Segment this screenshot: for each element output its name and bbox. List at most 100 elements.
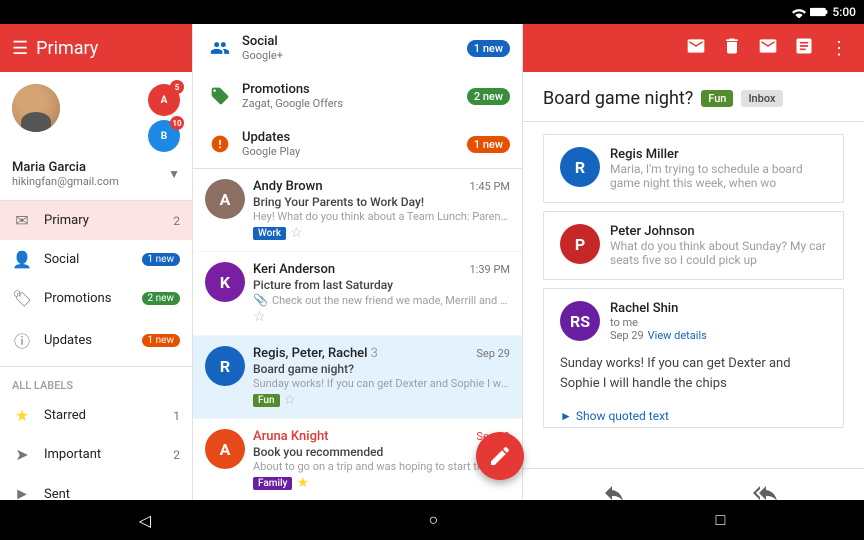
star-icon: ★ xyxy=(12,406,32,425)
email-content-1: Andy Brown 1:45 PM Bring Your Parents to… xyxy=(253,179,510,241)
more-icon[interactable]: ⋮ xyxy=(826,34,852,63)
updates-badge: 1 new xyxy=(467,136,510,153)
message-card-3: RS Rachel Shin to me Sep 29 View details… xyxy=(543,288,844,428)
inbox-label: Inbox xyxy=(741,90,782,107)
photo-icon[interactable] xyxy=(790,32,818,65)
recent-button[interactable]: □ xyxy=(716,510,726,530)
trash-icon[interactable] xyxy=(718,32,746,65)
email-content-4: Aruna Knight Sep 29 Book you recommended… xyxy=(253,429,510,491)
promotions-tab-info: Promotions Zagat, Google Offers xyxy=(242,82,457,110)
message-card-2: P Peter Johnson What do you think about … xyxy=(543,211,844,280)
message-header-1[interactable]: R Regis Miller Maria, I'm trying to sche… xyxy=(544,135,843,202)
wifi-icon xyxy=(792,6,806,18)
email-avatar-1: A xyxy=(205,179,245,219)
sidebar-item-updates[interactable]: ⓘ Updates 1 new xyxy=(0,318,192,362)
sidebar-item-important[interactable]: ➤ Important 2 xyxy=(0,435,192,474)
fun-label: Fun xyxy=(701,90,733,107)
message-header-2[interactable]: P Peter Johnson What do you think about … xyxy=(544,212,843,279)
email-item-1[interactable]: A Andy Brown 1:45 PM Bring Your Parents … xyxy=(193,169,522,252)
label-icon: 🏷 xyxy=(12,289,32,308)
msg-to-3: to me xyxy=(610,316,827,329)
social-tab-info: Social Google+ xyxy=(242,34,457,62)
account-dropdown-icon[interactable]: ▼ xyxy=(168,167,180,181)
category-tab-promotions[interactable]: Promotions Zagat, Google Offers 2 new xyxy=(193,72,522,120)
updates-tab-info: Updates Google Play xyxy=(242,130,457,158)
detail-body: R Regis Miller Maria, I'm trying to sche… xyxy=(523,122,864,468)
message-body-3: Sunday works! If you can get Dexter and … xyxy=(544,354,843,405)
promotions-tab-icon xyxy=(208,84,232,108)
small-avatars: A 5 B 10 xyxy=(148,84,180,152)
status-icons: 5:00 xyxy=(792,5,856,19)
star-toggle-2[interactable]: ☆ xyxy=(253,309,266,325)
email-avatar-2: K xyxy=(205,262,245,302)
sidebar-item-social[interactable]: 👤 Social 1 new xyxy=(0,240,192,279)
star-toggle-3[interactable]: ☆ xyxy=(284,392,297,408)
attachment-icon-2: 📎 xyxy=(253,293,268,307)
star-toggle-1[interactable]: ☆ xyxy=(290,225,303,241)
user-info: Maria Garcia hikingfan@gmail.com ▼ xyxy=(12,160,180,188)
msg-avatar-1: R xyxy=(560,147,600,187)
email-content-2: Keri Anderson 1:39 PM Picture from last … xyxy=(253,262,510,325)
msg-sender-info-3: Rachel Shin to me Sep 29 View details xyxy=(610,301,827,342)
sidebar-item-promotions[interactable]: 🏷 Promotions 2 new xyxy=(0,279,192,318)
updates-tab-icon xyxy=(208,132,232,156)
category-tabs: Social Google+ 1 new Promotions Zagat, G… xyxy=(193,24,522,169)
view-details-link[interactable]: View details xyxy=(648,329,707,342)
email-avatar-4: A xyxy=(205,429,245,469)
triangle-icon: ► xyxy=(560,409,572,423)
work-tag: Work xyxy=(253,227,286,240)
main-avatar[interactable] xyxy=(12,84,60,132)
small-avatar-2[interactable]: B 10 xyxy=(148,120,180,152)
home-button[interactable]: ○ xyxy=(428,510,438,530)
sidebar: ☰ Primary A 5 B 10 xyxy=(0,24,193,540)
msg-avatar-2: P xyxy=(560,224,600,264)
category-tab-updates[interactable]: Updates Google Play 1 new xyxy=(193,120,522,168)
user-profile: A 5 B 10 Maria Garcia hikingfan@gmail.co… xyxy=(0,72,192,201)
hamburger-icon[interactable]: ☰ xyxy=(12,38,28,59)
user-name: Maria Garcia xyxy=(12,160,119,175)
detail-panel: ⋮ Board game night? Fun Inbox R Regis Mi… xyxy=(523,24,864,540)
info-icon: ⓘ xyxy=(12,328,32,352)
bottom-nav: ◁ ○ □ xyxy=(0,500,864,540)
msg-date-3: Sep 29 xyxy=(610,329,644,342)
sidebar-item-primary[interactable]: ✉ Primary 2 xyxy=(0,201,192,240)
battery-icon xyxy=(810,6,828,18)
message-header-3[interactable]: RS Rachel Shin to me Sep 29 View details xyxy=(544,289,843,354)
mail-icon[interactable] xyxy=(754,32,782,65)
msg-avatar-3: RS xyxy=(560,301,600,341)
user-email: hikingfan@gmail.com xyxy=(12,175,119,188)
detail-toolbar: ⋮ xyxy=(523,24,864,72)
email-items: A Andy Brown 1:45 PM Bring Your Parents … xyxy=(193,169,522,540)
email-item-2[interactable]: K Keri Anderson 1:39 PM Picture from las… xyxy=(193,252,522,336)
detail-subject: Board game night? xyxy=(543,88,693,109)
social-badge: 1 new xyxy=(467,40,510,57)
status-bar: 5:00 xyxy=(0,0,864,24)
time-display: 5:00 xyxy=(832,5,856,19)
app-title: Primary xyxy=(36,38,180,59)
all-labels-label: All labels xyxy=(0,371,192,396)
divider-1 xyxy=(0,366,192,367)
social-tab-icon xyxy=(208,36,232,60)
star-toggle-4[interactable]: ★ xyxy=(296,475,309,491)
small-avatar-1[interactable]: A 5 xyxy=(148,84,180,116)
inbox-icon: ✉ xyxy=(12,211,32,230)
sidebar-toolbar: ☰ Primary xyxy=(0,24,192,72)
promotions-badge: 2 new xyxy=(467,88,510,105)
people-icon: 👤 xyxy=(12,250,32,269)
email-list-panel: Social Google+ 1 new Promotions Zagat, G… xyxy=(193,24,523,540)
msg-sender-info-2: Peter Johnson What do you think about Su… xyxy=(610,224,827,267)
back-button[interactable]: ◁ xyxy=(139,511,151,530)
email-item-4[interactable]: A Aruna Knight Sep 29 Book you recommend… xyxy=(193,419,522,502)
nav-section: ✉ Primary 2 👤 Social 1 new 🏷 Promotions … xyxy=(0,201,192,540)
detail-header: Board game night? Fun Inbox xyxy=(523,72,864,122)
sidebar-item-starred[interactable]: ★ Starred 1 xyxy=(0,396,192,435)
message-card-1: R Regis Miller Maria, I'm trying to sche… xyxy=(543,134,844,203)
compose-icon[interactable] xyxy=(682,32,710,65)
email-item-3[interactable]: R Regis, Peter, Rachel 3 Sep 29 Board ga… xyxy=(193,336,522,419)
fun-tag: Fun xyxy=(253,394,280,407)
category-tab-social[interactable]: Social Google+ 1 new xyxy=(193,24,522,72)
family-tag: Family xyxy=(253,477,292,490)
show-quoted-btn[interactable]: ► Show quoted text xyxy=(544,405,843,427)
compose-fab[interactable] xyxy=(476,432,524,480)
bookmark-icon: ➤ xyxy=(12,445,32,464)
